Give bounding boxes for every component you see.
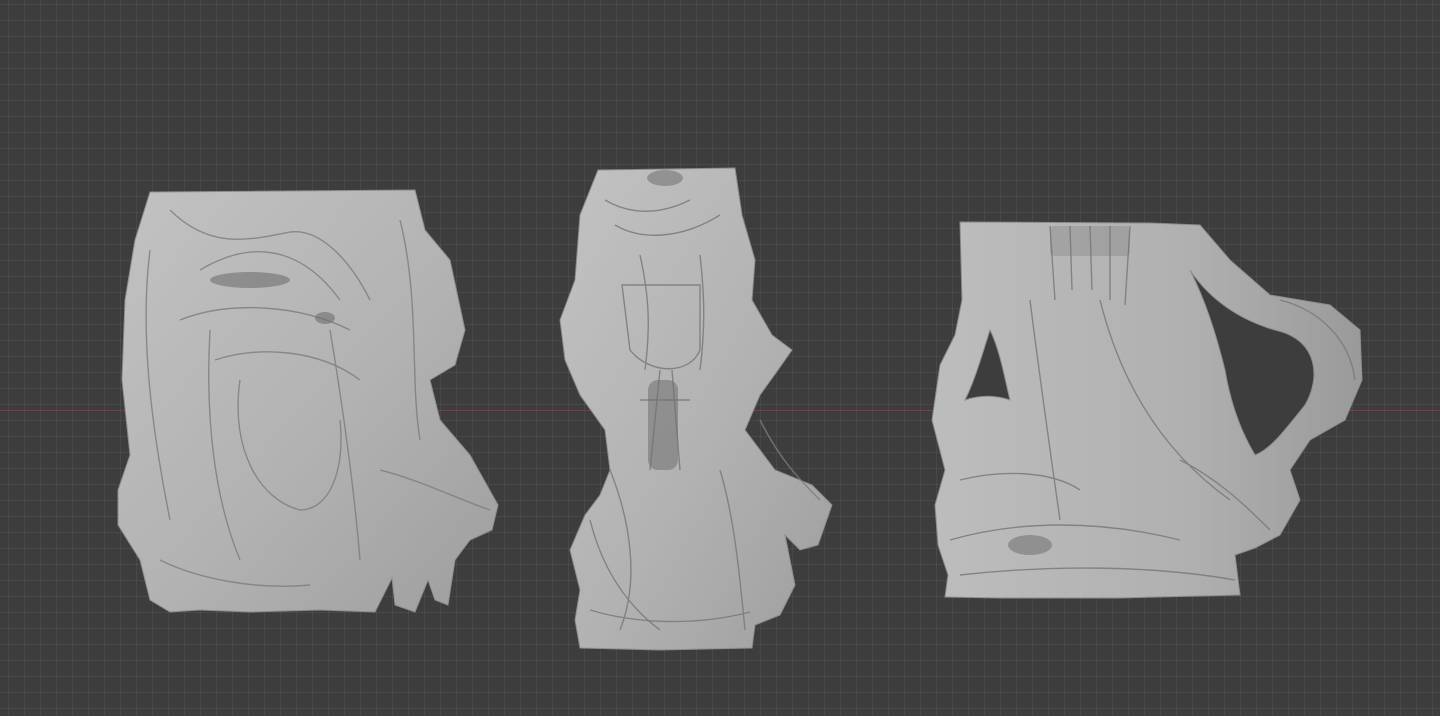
sculpt-mesh-middle[interactable] <box>559 167 833 651</box>
sculpt-mesh-left[interactable] <box>117 189 499 613</box>
3d-viewport[interactable] <box>0 0 1440 716</box>
sculpt-mesh-right[interactable] <box>931 221 1363 599</box>
mesh-objects <box>117 167 1363 651</box>
